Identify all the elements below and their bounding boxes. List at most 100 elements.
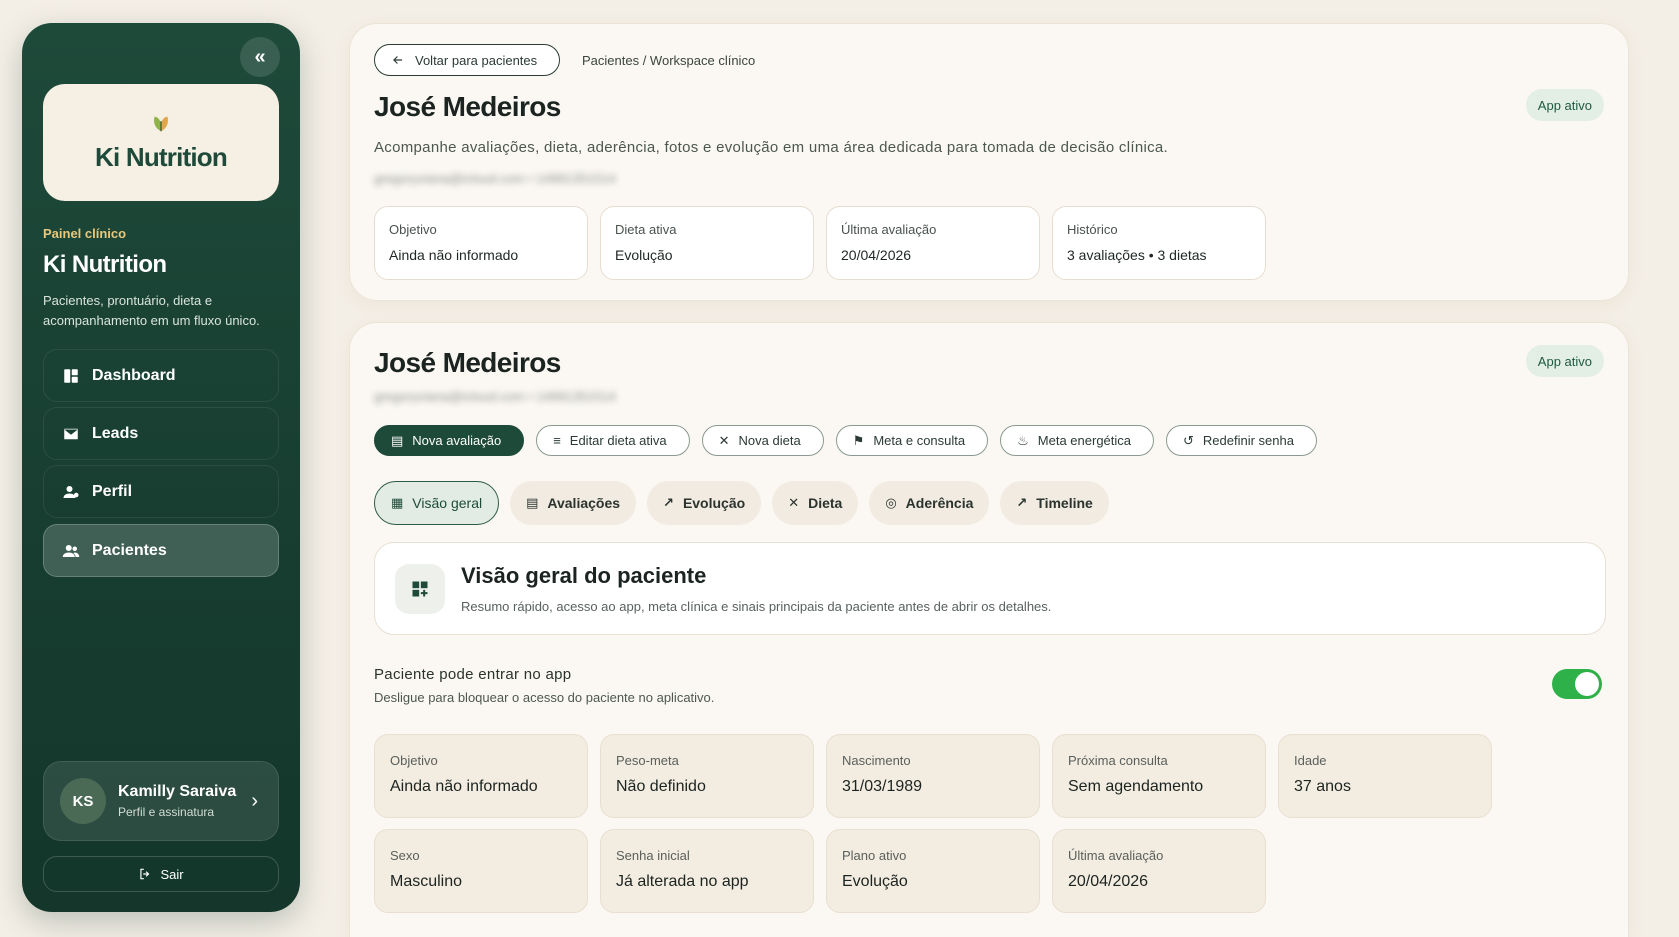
overview-description: Resumo rápido, acesso ao app, meta clíni… [461,599,1052,614]
info-ultima-avaliacao: Última avaliação 20/04/2026 [1052,829,1266,913]
info-value: Ainda não informado [390,778,538,795]
sidebar-item-dashboard[interactable]: Dashboard [43,349,279,402]
grid-add-icon [395,564,445,614]
panel-kicker: Painel clínico [43,226,127,241]
reset-icon: ↺ [1183,432,1194,448]
info-label: Última avaliação [1068,848,1164,863]
status-badge: App ativo [1525,89,1604,121]
new-assessment-button[interactable]: ▤ Nova avaliação [374,425,525,456]
tab-label: Evolução [682,495,746,511]
stat-value: Evolução [615,247,673,263]
utensils-icon: ✕ [788,495,800,510]
tab-avaliacoes[interactable]: ▤ Avaliações [510,481,637,525]
new-diet-button[interactable]: ✕ Nova dieta [701,425,824,456]
info-value: 37 anos [1294,778,1351,795]
action-label: Meta e consulta [873,433,966,448]
overview-panel: Visão geral do paciente Resumo rápido, a… [374,542,1606,635]
stat-value: Ainda não informado [389,247,519,263]
dashboard-icon [64,368,78,383]
logo-text: Ki Nutrition [95,142,228,172]
info-label: Senha inicial [616,848,690,863]
clipboard-icon: ▤ [391,432,404,448]
tab-dieta[interactable]: ✕ Dieta [772,481,859,525]
tab-visao-geral[interactable]: ▦ Visão geral [374,481,500,525]
trend-icon: ↗ [663,495,674,510]
info-value: 31/03/1989 [842,778,923,795]
panel-description: Pacientes, prontuário, dieta e acompanha… [43,293,260,328]
tab-timeline[interactable]: ↗ Timeline [1000,481,1109,525]
tab-label: Avaliações [547,495,621,511]
panel-title: Ki Nutrition [43,251,167,278]
patient-name: José Medeiros [374,347,561,378]
sidebar-item-label: Perfil [92,482,133,500]
info-label: Plano ativo [842,848,907,863]
breadcrumb: Pacientes / Workspace clínico [582,53,756,68]
edit-active-diet-button[interactable]: ≡ Editar dieta ativa [536,425,690,456]
info-idade: Idade 37 anos [1278,734,1492,818]
sidebar-item-label: Pacientes [92,541,167,559]
logo-card: Ki Nutrition [43,84,279,201]
reset-password-button[interactable]: ↺ Redefinir senha [1166,425,1317,456]
app-access-title: Paciente pode entrar no app [374,666,572,683]
info-nascimento: Nascimento 31/03/1989 [826,734,1040,818]
tab-label: Timeline [1036,495,1093,511]
goal-and-appointment-button[interactable]: ⚑ Meta e consulta [835,425,989,456]
chevron-right-icon: › [251,790,258,812]
action-label: Nova dieta [738,433,801,448]
collapse-sidebar-button[interactable]: « [240,37,280,77]
action-label: Redefinir senha [1202,433,1294,448]
user-profile-card[interactable]: KS Kamilly Saraiva Perfil e assinatura › [43,761,279,841]
tab-aderencia[interactable]: ◎ Aderência [869,481,990,525]
stat-label: Objetivo [389,222,437,237]
logout-button[interactable]: Sair [43,856,279,892]
avatar: KS [60,778,106,824]
info-label: Próxima consulta [1068,753,1168,768]
stat-label: Última avaliação [841,222,937,237]
sidebar: « Ki Nutrition Painel clínico Ki Nutriti… [22,23,300,912]
stat-historico: Histórico 3 avaliações • 3 dietas [1052,206,1266,280]
info-value: Masculino [390,873,463,890]
overview-title: Visão geral do paciente [461,563,707,588]
arrow-left-icon [393,56,403,64]
stat-label: Histórico [1067,222,1118,237]
tab-evolucao[interactable]: ↗ Evolução [647,481,762,525]
energy-goal-button[interactable]: ♨ Meta energética [1000,425,1155,456]
toggle-knob [1575,672,1599,696]
patient-workspace-card: José Medeiros App ativo gregoryviana@icl… [349,322,1629,937]
action-label: Editar dieta ativa [569,433,667,448]
sidebar-item-label: Leads [92,424,139,442]
tab-label: Dieta [808,495,843,511]
edit-list-icon: ≡ [553,433,561,448]
sidebar-item-label: Dashboard [92,366,176,384]
sidebar-item-perfil[interactable]: Perfil [43,465,279,518]
sidebar-item-pacientes[interactable]: Pacientes [43,524,279,577]
info-value: 20/04/2026 [1068,873,1149,890]
sidebar-item-leads[interactable]: Leads [43,407,279,460]
clipboard-icon: ▤ [526,495,539,510]
patient-tabs: ▦ Visão geral ▤ Avaliações ↗ Evolução ✕ … [374,481,1109,525]
info-peso-meta: Peso-meta Não definido [600,734,814,818]
info-label: Sexo [390,848,420,863]
back-to-patients-button[interactable]: Voltar para pacientes [374,44,561,76]
info-label: Peso-meta [616,753,679,768]
profile-icon [63,485,79,498]
info-value: Não definido [616,778,706,795]
stat-value: 20/04/2026 [841,247,912,263]
user-subtitle: Perfil e assinatura [118,805,215,819]
app-access-toggle[interactable] [1552,669,1602,699]
back-label: Voltar para pacientes [415,52,538,68]
info-label: Nascimento [842,753,911,768]
stat-value: 3 avaliações • 3 dietas [1067,247,1207,263]
tab-label: Visão geral [412,495,483,511]
patient-header-card: Voltar para pacientes Pacientes / Worksp… [349,23,1629,301]
trend-icon: ↗ [1016,495,1028,510]
flame-icon: ♨ [1017,432,1029,448]
logout-icon [140,868,150,880]
mail-icon [64,428,78,439]
target-icon: ◎ [885,495,897,510]
leaf-logo-icon [154,116,168,132]
info-label: Idade [1294,753,1327,768]
user-name: Kamilly Saraiva [118,783,237,800]
stat-ultima-avaliacao: Última avaliação 20/04/2026 [826,206,1040,280]
flag-icon: ⚑ [852,432,865,448]
